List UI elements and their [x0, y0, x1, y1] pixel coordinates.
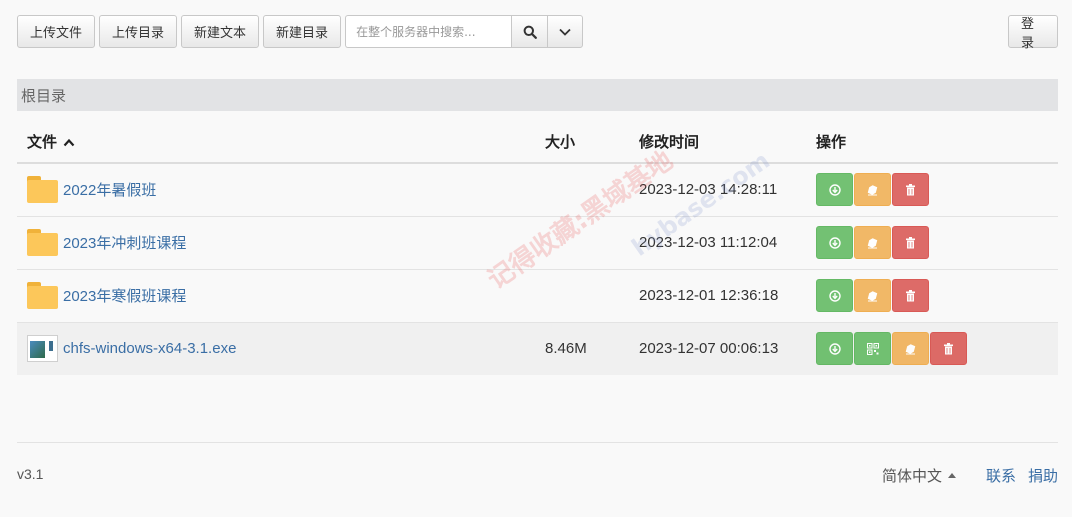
- qrcode-icon: [866, 342, 879, 355]
- file-link[interactable]: 2023年冲刺班课程: [63, 232, 186, 253]
- breadcrumb-root[interactable]: 根目录: [21, 85, 66, 106]
- file-mtime: 2023-12-03 14:28:11: [639, 181, 778, 199]
- folder-icon: [27, 282, 58, 309]
- rename-button[interactable]: [854, 279, 891, 312]
- table-row: 2023年冲刺班课程 2023-12-03 11:12:04: [17, 215, 1058, 269]
- download-button[interactable]: [816, 226, 853, 259]
- table-row: 2023年寒假班课程 2023-12-01 12:36:18: [17, 268, 1058, 322]
- eraser-icon: [867, 290, 878, 301]
- search-group: 在整个服务器中搜索...: [345, 15, 584, 48]
- rename-button[interactable]: [854, 226, 891, 259]
- column-header-name[interactable]: 文件: [17, 121, 545, 164]
- file-link[interactable]: 2022年暑假班: [63, 179, 156, 200]
- search-options-button[interactable]: [547, 15, 584, 48]
- folder-icon: [27, 176, 58, 204]
- rename-button[interactable]: [854, 173, 891, 207]
- new-text-button[interactable]: 新建文本: [181, 15, 260, 48]
- footer-divider: [17, 442, 1058, 443]
- folder-icon: [27, 229, 58, 256]
- delete-button[interactable]: [892, 173, 929, 207]
- column-header-size[interactable]: 大小: [545, 121, 639, 164]
- download-button[interactable]: [816, 173, 853, 207]
- trash-icon: [944, 342, 953, 355]
- column-header-mtime[interactable]: 修改时间: [639, 121, 816, 164]
- file-link[interactable]: 2023年寒假班课程: [63, 285, 186, 306]
- column-header-actions: 操作: [816, 121, 1058, 164]
- footer-links: 简体中文 联系 捐助: [882, 465, 1058, 486]
- breadcrumb: 根目录: [17, 79, 1058, 111]
- rename-button[interactable]: [892, 332, 929, 366]
- eraser-icon: [867, 237, 878, 248]
- table-row: chfs-windows-x64-3.1.exe 8.46M 2023-12-0…: [17, 321, 1058, 375]
- download-button[interactable]: [816, 279, 853, 312]
- language-selector[interactable]: 简体中文: [882, 465, 974, 486]
- contact-link[interactable]: 联系: [986, 465, 1016, 486]
- download-button[interactable]: [816, 332, 853, 366]
- search-icon: [523, 25, 537, 39]
- chevron-down-icon: [559, 28, 571, 36]
- exe-file-icon: [27, 335, 58, 363]
- download-icon: [828, 289, 841, 302]
- login-button[interactable]: 登录: [1008, 15, 1058, 51]
- file-link[interactable]: chfs-windows-x64-3.1.exe: [63, 340, 236, 357]
- eraser-icon: [905, 344, 916, 355]
- trash-icon: [906, 236, 915, 248]
- file-mtime: 2023-12-07 00:06:13: [639, 340, 779, 358]
- download-icon: [828, 236, 841, 249]
- version-label: v3.1: [17, 466, 44, 482]
- table-row: 2022年暑假班 2023-12-03 14:28:11: [17, 163, 1058, 216]
- file-mtime: 2023-12-03 11:12:04: [639, 234, 778, 251]
- donate-link[interactable]: 捐助: [1028, 465, 1058, 486]
- trash-icon: [906, 289, 915, 301]
- trash-icon: [906, 183, 915, 196]
- delete-button[interactable]: [930, 332, 967, 366]
- search-input[interactable]: 在整个服务器中搜索...: [345, 15, 512, 48]
- sort-up-icon: [63, 138, 75, 147]
- new-directory-button[interactable]: 新建目录: [263, 15, 342, 48]
- file-size: 8.46M: [545, 340, 587, 358]
- file-table: 文件 大小 修改时间 操作 2022年暑假班 2023-12-03 14:28:…: [17, 121, 1058, 375]
- eraser-icon: [867, 185, 878, 196]
- caret-up-icon: [947, 473, 956, 478]
- upload-file-button[interactable]: 上传文件: [17, 15, 96, 48]
- delete-button[interactable]: [892, 279, 929, 312]
- upload-directory-button[interactable]: 上传目录: [99, 15, 178, 48]
- delete-button[interactable]: [892, 226, 929, 259]
- download-icon: [828, 343, 841, 355]
- search-button[interactable]: [511, 15, 548, 48]
- qrcode-button[interactable]: [854, 332, 891, 366]
- download-icon: [828, 184, 841, 196]
- toolbar: 上传文件 上传目录 新建文本 新建目录 在整个服务器中搜索...: [17, 15, 584, 48]
- file-mtime: 2023-12-01 12:36:18: [639, 287, 779, 304]
